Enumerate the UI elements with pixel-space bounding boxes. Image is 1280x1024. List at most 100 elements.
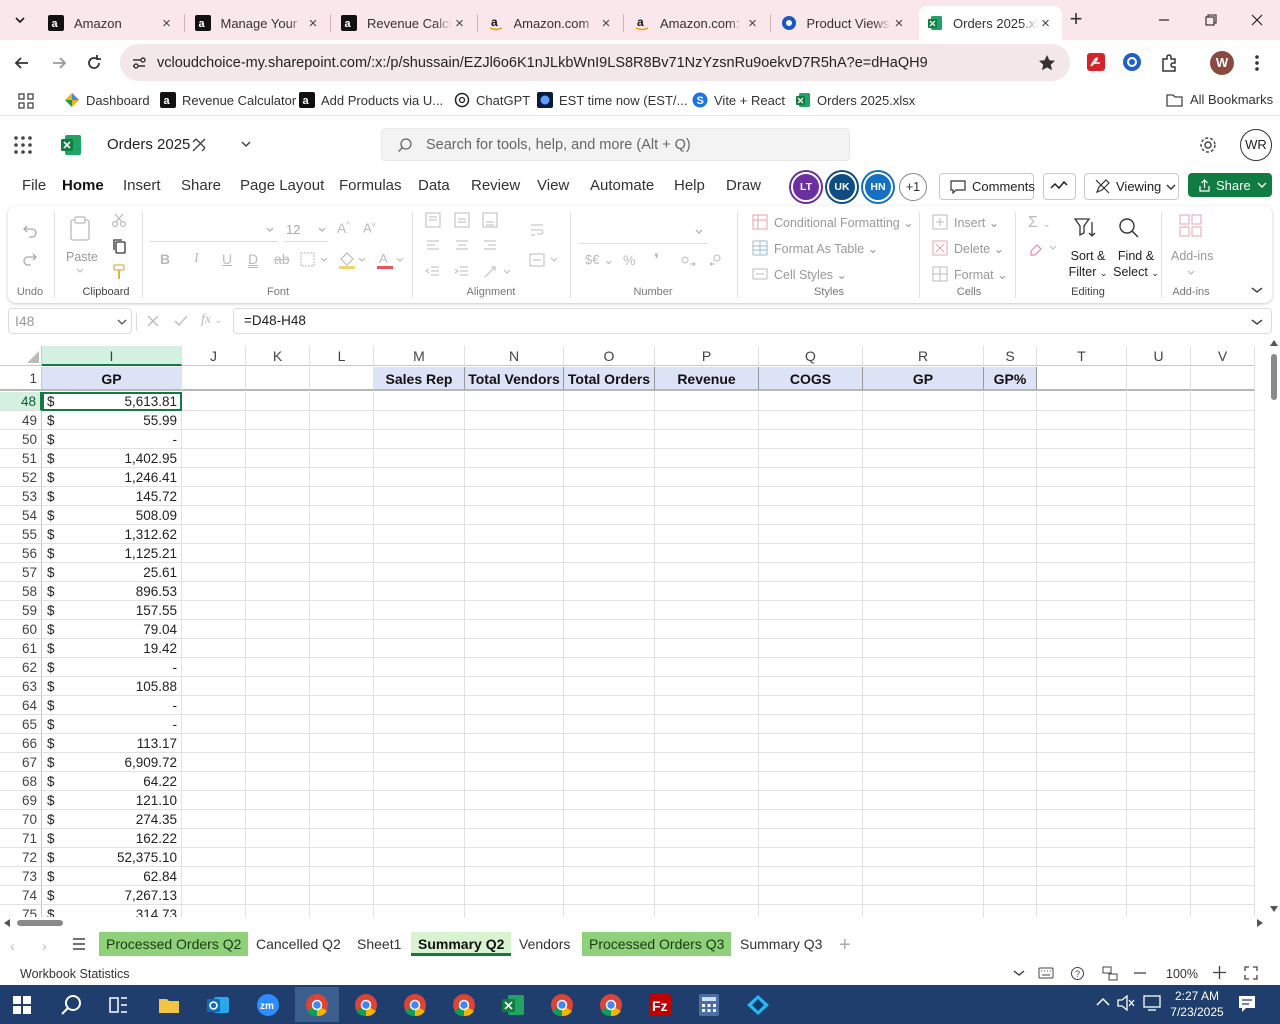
gp-value-cell[interactable]: $7,267.13 (42, 886, 182, 905)
gp-value-cell[interactable]: $52,375.10 (42, 848, 182, 867)
empty-cell[interactable] (374, 848, 465, 867)
empty-cell[interactable] (182, 468, 246, 487)
empty-cell[interactable] (1037, 658, 1127, 677)
bookmark-item[interactable]: Dashboard (64, 92, 150, 108)
empty-cell[interactable] (564, 696, 655, 715)
empty-cell[interactable] (310, 367, 374, 391)
zoom-in-plus-icon[interactable] (1213, 966, 1226, 979)
empty-cell[interactable] (564, 601, 655, 620)
empty-cell[interactable] (182, 753, 246, 772)
add-sheet-plus-icon[interactable]: + (839, 934, 851, 957)
menu-tab-review[interactable]: Review (471, 177, 520, 194)
empty-cell[interactable] (564, 506, 655, 525)
insert-function-fx-icon[interactable]: fx ⌄ (201, 312, 222, 328)
empty-cell[interactable] (1191, 772, 1255, 791)
row-header[interactable]: 53 (0, 487, 42, 506)
summary-header-cell[interactable]: Revenue (655, 367, 759, 391)
new-tab-plus-icon[interactable]: + (1066, 8, 1086, 30)
borders-icon[interactable] (300, 252, 328, 268)
empty-cell[interactable] (310, 791, 374, 810)
gp-value-cell[interactable]: $79.04 (42, 620, 182, 639)
empty-cell[interactable] (655, 430, 759, 449)
paste-clipboard-icon[interactable] (69, 216, 93, 242)
number-format-dropdown[interactable] (579, 220, 707, 244)
empty-cell[interactable] (863, 563, 984, 582)
empty-cell[interactable] (465, 582, 564, 601)
empty-cell[interactable] (182, 563, 246, 582)
empty-cell[interactable] (564, 810, 655, 829)
row-header[interactable]: 1 (0, 367, 42, 391)
chrome-taskbar-icon[interactable] (540, 987, 584, 1022)
title-chevron-down-icon[interactable] (240, 139, 252, 149)
increase-indent-icon[interactable] (454, 264, 470, 280)
row-header[interactable]: 59 (0, 601, 42, 620)
empty-cell[interactable] (1037, 639, 1127, 658)
scroll-right-arrow-icon[interactable] (1257, 919, 1263, 927)
empty-cell[interactable] (759, 810, 863, 829)
align-right-icon[interactable] (482, 238, 498, 254)
empty-cell[interactable] (759, 563, 863, 582)
empty-cell[interactable] (863, 468, 984, 487)
empty-cell[interactable] (1191, 487, 1255, 506)
empty-cell[interactable] (1191, 411, 1255, 430)
expand-ribbon-chevron-icon[interactable] (1251, 286, 1263, 294)
format-painter-icon[interactable] (111, 264, 127, 280)
empty-cell[interactable] (1191, 639, 1255, 658)
worksheet-grid[interactable]: IJKLMNOPQRSTUV 1 GP Sales Rep Total Vendors… (0, 346, 1268, 917)
empty-cell[interactable] (374, 905, 465, 917)
empty-cell[interactable] (310, 734, 374, 753)
profile-avatar[interactable]: W (1210, 51, 1234, 75)
empty-cell[interactable] (984, 791, 1037, 810)
empty-cell[interactable] (310, 601, 374, 620)
empty-cell[interactable] (564, 525, 655, 544)
empty-cell[interactable] (310, 715, 374, 734)
empty-cell[interactable] (1037, 468, 1127, 487)
vscode-like-app-icon[interactable] (736, 987, 780, 1022)
empty-cell[interactable] (759, 848, 863, 867)
empty-cell[interactable] (1191, 829, 1255, 848)
empty-cell[interactable] (1037, 525, 1127, 544)
empty-cell[interactable] (465, 620, 564, 639)
empty-cell[interactable] (1037, 905, 1127, 917)
app-launcher-waffle-icon[interactable] (14, 136, 32, 154)
all-sheets-menu-icon[interactable] (72, 938, 86, 950)
empty-cell[interactable] (564, 905, 655, 917)
empty-cell[interactable] (182, 506, 246, 525)
conditional-formatting-icon[interactable] (752, 214, 768, 230)
sort-filter-button[interactable]: Sort & Filter ⌄ (1065, 248, 1111, 281)
empty-cell[interactable] (374, 658, 465, 677)
browser-tab[interactable]: Product Views × (773, 6, 916, 40)
orientation-icon[interactable] (482, 264, 512, 280)
empty-cell[interactable] (182, 677, 246, 696)
gp-value-cell[interactable]: $1,312.62 (42, 525, 182, 544)
find-search-icon[interactable] (1117, 216, 1141, 240)
empty-cell[interactable] (984, 639, 1037, 658)
empty-cell[interactable] (1127, 601, 1191, 620)
empty-cell[interactable] (655, 696, 759, 715)
empty-cell[interactable] (246, 658, 310, 677)
empty-cell[interactable] (310, 772, 374, 791)
empty-cell[interactable] (1037, 487, 1127, 506)
empty-cell[interactable] (984, 848, 1037, 867)
empty-cell[interactable] (863, 544, 984, 563)
empty-cell[interactable] (310, 810, 374, 829)
horizontal-scrollbar[interactable] (0, 917, 1268, 928)
network-icon[interactable] (1143, 995, 1161, 1011)
empty-cell[interactable] (465, 487, 564, 506)
gp-value-cell[interactable]: $157.55 (42, 601, 182, 620)
empty-cell[interactable] (246, 829, 310, 848)
empty-cell[interactable] (465, 772, 564, 791)
empty-cell[interactable] (1127, 525, 1191, 544)
empty-cell[interactable] (655, 905, 759, 917)
row-header[interactable]: 51 (0, 449, 42, 468)
empty-cell[interactable] (1127, 810, 1191, 829)
empty-cell[interactable] (759, 620, 863, 639)
align-left-icon[interactable] (425, 238, 441, 254)
bookmark-item[interactable]: a Revenue Calculator (160, 92, 296, 108)
scroll-up-arrow-icon[interactable] (1270, 340, 1278, 346)
tray-chevron-up-icon[interactable] (1096, 997, 1110, 1007)
empty-cell[interactable] (310, 449, 374, 468)
empty-cell[interactable] (246, 468, 310, 487)
empty-cell[interactable] (655, 411, 759, 430)
empty-cell[interactable] (759, 886, 863, 905)
